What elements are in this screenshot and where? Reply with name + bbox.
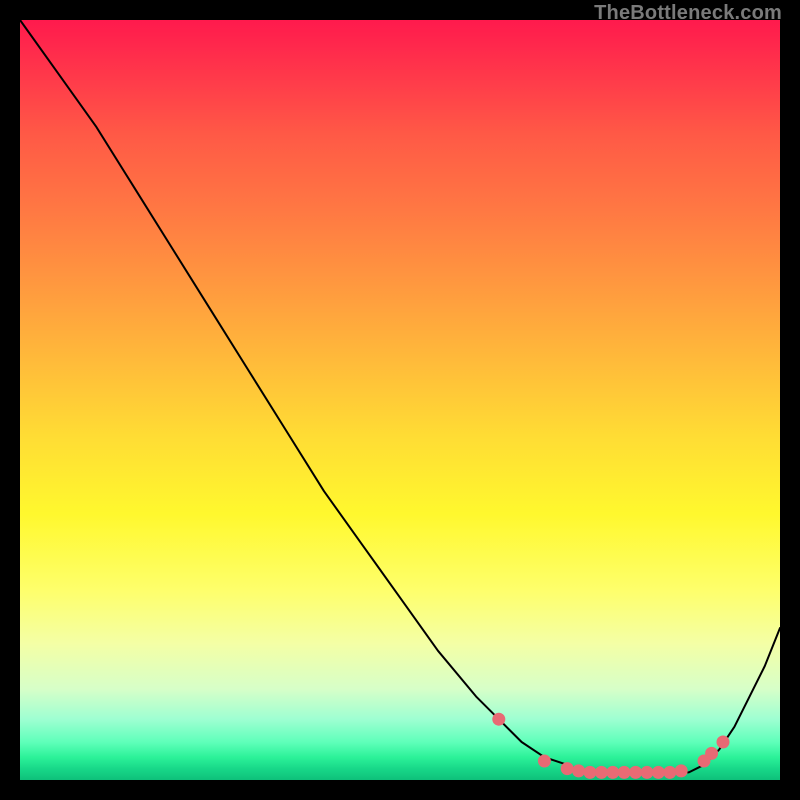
chart-frame: TheBottleneck.com bbox=[20, 20, 780, 780]
data-point bbox=[607, 766, 619, 778]
data-point bbox=[630, 766, 642, 778]
data-point bbox=[618, 766, 630, 778]
data-point bbox=[706, 747, 718, 759]
chart-svg bbox=[20, 20, 780, 780]
data-point bbox=[675, 765, 687, 777]
data-point bbox=[641, 766, 653, 778]
data-point bbox=[573, 765, 585, 777]
data-point bbox=[717, 736, 729, 748]
data-point bbox=[664, 766, 676, 778]
bottleneck-curve bbox=[20, 20, 780, 772]
data-point bbox=[584, 766, 596, 778]
data-point bbox=[538, 755, 550, 767]
data-point bbox=[561, 763, 573, 775]
data-point bbox=[595, 766, 607, 778]
data-point bbox=[493, 713, 505, 725]
data-point bbox=[652, 766, 664, 778]
